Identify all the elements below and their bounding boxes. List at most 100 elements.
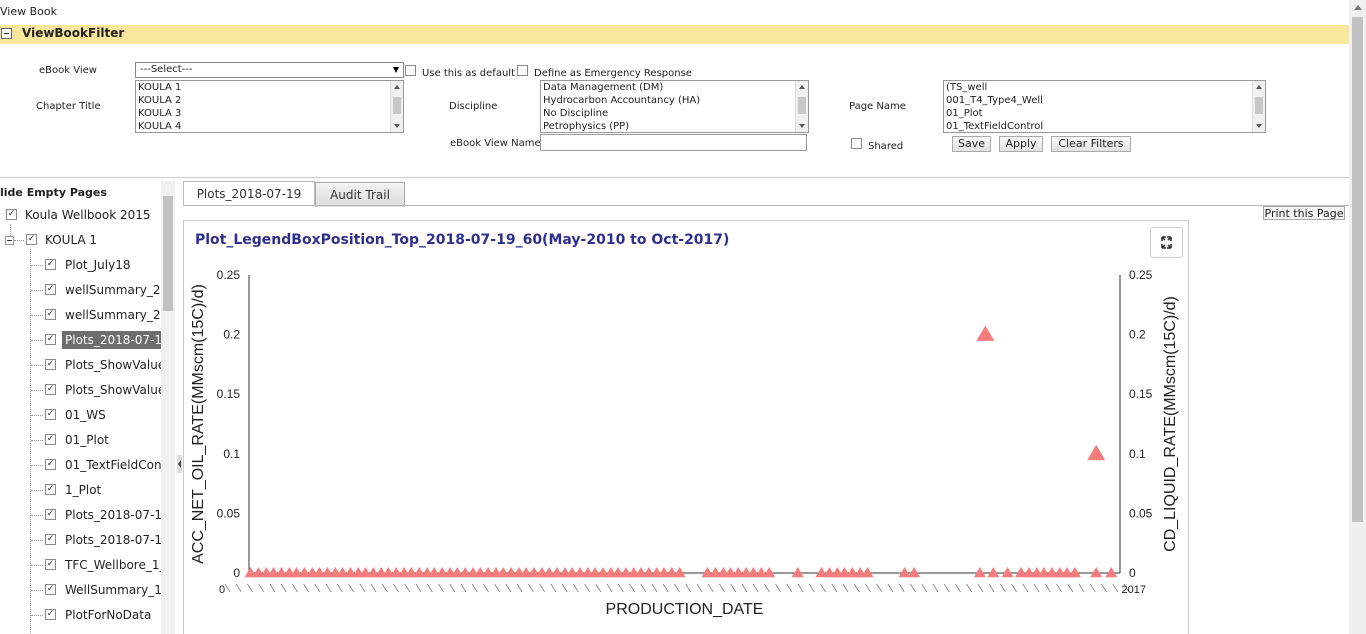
tree-page-label: 01_WS [65, 408, 106, 422]
tree-connector [31, 615, 43, 616]
tree-page-item[interactable]: ✓ Plots_2018-07-19 [0, 331, 173, 349]
page-option[interactable]: 01_TextFieldControl [944, 120, 1265, 132]
scroll-up-icon[interactable] [799, 85, 805, 89]
scroll-thumb[interactable] [798, 97, 806, 114]
y2-tick-label: 0.05 [1129, 506, 1153, 520]
tree-page-item[interactable]: ✓ 01_Plot [0, 431, 170, 449]
tree-chapter[interactable]: ✓ KOULA 1 [0, 231, 170, 249]
chapter-option[interactable]: KOULA 1 [136, 81, 403, 94]
save-button[interactable]: Save [952, 136, 991, 152]
checkbox-checked-icon[interactable]: ✓ [45, 409, 56, 420]
tree-page-item[interactable]: ✓ Plots_ShowValueC [0, 356, 174, 374]
tree-page-item[interactable]: ✓ PlotForNoData [0, 606, 170, 624]
page-option[interactable]: 001_T4_Type4_Well [944, 94, 1265, 107]
scroll-down-icon[interactable] [394, 124, 400, 128]
checkbox-checked-icon[interactable]: ✓ [45, 459, 56, 470]
discipline-option[interactable]: Data Management (DM) [541, 81, 808, 94]
x-tick-mark [775, 583, 781, 593]
scroll-up-icon[interactable] [394, 85, 400, 89]
x-tick-mark [955, 583, 961, 593]
page-scrollbar[interactable] [1349, 0, 1366, 634]
x-tick-mark [663, 583, 669, 593]
y-tick-label: 0.2 [223, 328, 240, 342]
chapter-option[interactable]: KOULA 2 [136, 94, 403, 107]
checkbox-checked-icon[interactable]: ✓ [45, 534, 56, 545]
discipline-option[interactable]: Petrophysics (PP) [541, 120, 808, 132]
tree-page-item[interactable]: ✓ WellSummary_11j [0, 581, 173, 599]
checkbox-checked-icon[interactable]: ✓ [26, 234, 37, 245]
tree-root[interactable]: ✓ Koula Wellbook 2015 [0, 206, 170, 224]
tree-page-item[interactable]: ✓ Plot_July18 [0, 256, 170, 274]
shared-checkbox[interactable] [851, 138, 862, 149]
tree-page-item[interactable]: ✓ Plots_2018-07-13 [0, 531, 170, 549]
checkbox-checked-icon[interactable]: ✓ [45, 559, 56, 570]
scroll-thumb[interactable] [1352, 17, 1363, 522]
chapter-option[interactable]: KOULA 4 [136, 120, 403, 132]
tree-page-item[interactable]: ✓ TFC_Wellbore_1_2 [0, 556, 173, 574]
scroll-down-icon[interactable] [1256, 124, 1262, 128]
data-point [1087, 444, 1106, 461]
clear-filters-button[interactable]: Clear Filters [1051, 136, 1131, 152]
chapter-scrollbar[interactable] [390, 81, 403, 132]
checkbox-checked-icon[interactable]: ✓ [6, 209, 17, 220]
page-option[interactable]: (TS_well [944, 81, 1265, 94]
tree-connector [31, 415, 43, 416]
discipline-listbox[interactable]: Data Management (DM) Hydrocarbon Account… [540, 80, 809, 133]
chapter-option[interactable]: KOULA 3 [136, 107, 403, 120]
tree-page-item[interactable]: ✓ wellSummary_201 [0, 306, 175, 324]
checkbox-checked-icon[interactable]: ✓ [45, 484, 56, 495]
tree-page-item[interactable]: ✓ Plots_2018-07-16 [0, 506, 170, 524]
emergency-checkbox[interactable] [517, 65, 528, 76]
discipline-scrollbar[interactable] [795, 81, 808, 132]
tab-audit-trail[interactable]: Audit Trail [315, 182, 405, 207]
chapter-listbox[interactable]: KOULA 1 KOULA 2 KOULA 3 KOULA 4 [135, 80, 404, 133]
collapse-node-icon[interactable] [5, 236, 14, 245]
panel-splitter[interactable] [177, 455, 182, 473]
tab-plots[interactable]: Plots_2018-07-19 [183, 181, 315, 206]
x-tick-mark [1090, 583, 1096, 593]
discipline-option[interactable]: No Discipline [541, 107, 808, 120]
tree-page-item[interactable]: ✓ 1_Plot [0, 481, 170, 499]
page-listbox[interactable]: (TS_well 001_T4_Type4_Well 01_Plot 01_Te… [943, 80, 1266, 133]
checkbox-checked-icon[interactable]: ✓ [45, 359, 56, 370]
x-tick-mark [752, 583, 759, 593]
checkbox-checked-icon[interactable]: ✓ [45, 384, 56, 395]
tree-page-item[interactable]: ✓ 01_WS [0, 406, 170, 424]
checkbox-checked-icon[interactable]: ✓ [45, 334, 56, 345]
collapse-icon[interactable] [1, 28, 12, 39]
tree-page-item[interactable]: ✓ 01_TextFieldContr [0, 456, 171, 474]
page-option[interactable]: 01_Plot [944, 107, 1265, 120]
x-tick-mark [977, 583, 984, 593]
checkbox-checked-icon[interactable]: ✓ [45, 259, 56, 270]
fullscreen-button[interactable] [1150, 227, 1183, 258]
x-tick-mark [314, 583, 321, 593]
page-scrollbar[interactable] [1252, 81, 1265, 132]
checkbox-checked-icon[interactable]: ✓ [45, 309, 56, 320]
scroll-thumb[interactable] [163, 196, 173, 311]
tree-page-item[interactable]: ✓ Plots_ShowValueC [0, 381, 174, 399]
x-tick-mark [797, 583, 804, 593]
scroll-up-icon[interactable] [1354, 5, 1362, 10]
tab-underline [183, 205, 1349, 206]
print-button[interactable]: Print this Page [1263, 206, 1345, 220]
scroll-thumb[interactable] [1255, 97, 1263, 114]
chevron-down-icon [393, 67, 399, 73]
discipline-option[interactable]: Hydrocarbon Accountancy (HA) [541, 94, 808, 107]
ebook-view-select[interactable]: ---Select--- [135, 62, 404, 78]
scroll-thumb[interactable] [393, 97, 401, 114]
x-tick-mark [618, 583, 624, 593]
checkbox-checked-icon[interactable]: ✓ [45, 284, 56, 295]
scroll-down-icon[interactable] [799, 124, 805, 128]
x-tick-mark [865, 583, 871, 593]
checkbox-checked-icon[interactable]: ✓ [45, 584, 56, 595]
apply-button[interactable]: Apply [999, 136, 1043, 152]
scroll-up-icon[interactable] [1256, 85, 1262, 89]
checkbox-checked-icon[interactable]: ✓ [45, 434, 56, 445]
x-tick-mark [247, 583, 253, 593]
tree-page-item[interactable]: ✓ wellSummary_201 [0, 281, 175, 299]
tree-scrollbar[interactable] [161, 181, 175, 634]
default-checkbox[interactable] [405, 65, 416, 76]
checkbox-checked-icon[interactable]: ✓ [45, 609, 56, 620]
view-name-input[interactable] [540, 134, 807, 151]
checkbox-checked-icon[interactable]: ✓ [45, 509, 56, 520]
